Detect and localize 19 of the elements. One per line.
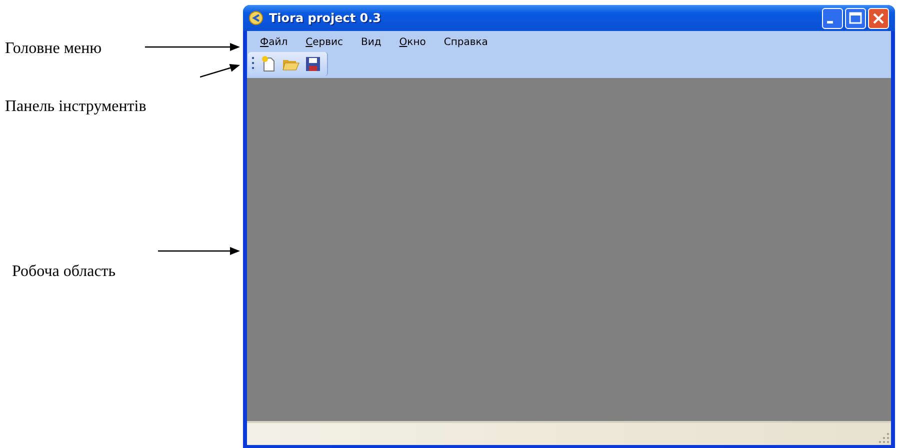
menu-item[interactable]: Вид — [352, 37, 390, 48]
window-title: Tiora project 0.3 — [269, 11, 382, 25]
menu-item[interactable]: Окно — [390, 37, 435, 48]
resize-grip-icon — [879, 433, 889, 443]
minimize-button[interactable] — [822, 8, 843, 28]
menu-item[interactable]: Справка — [434, 37, 497, 48]
maximize-icon — [849, 12, 862, 24]
floppy-disk-icon[interactable] — [303, 54, 323, 74]
menu-item[interactable]: Файл — [251, 37, 297, 48]
toolbar-grip — [252, 56, 255, 72]
callout-label: Головне меню — [5, 40, 102, 58]
menu-item[interactable]: Сервис — [296, 37, 352, 48]
close-button[interactable] — [868, 8, 889, 28]
maximize-button[interactable] — [845, 8, 866, 28]
callout-label: Панель інструментів — [5, 98, 146, 116]
close-icon — [873, 12, 884, 24]
app-icon — [249, 11, 263, 25]
minimize-icon — [827, 21, 833, 24]
callout-label: Робоча область — [12, 263, 116, 281]
